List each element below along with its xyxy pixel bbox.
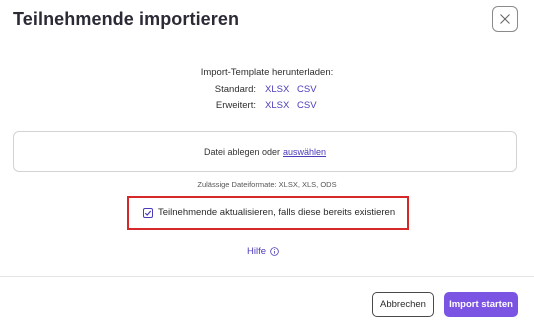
- help-label: Hilfe: [247, 246, 267, 257]
- info-icon: [270, 247, 279, 256]
- dialog-title: Teilnehmende importieren: [13, 9, 240, 29]
- file-dropzone[interactable]: Datei ablegen oder auswählen: [13, 131, 517, 172]
- allowed-formats-text: Zulässige Dateiformate: XLSX, XLS, ODS: [197, 180, 337, 189]
- template-row-standard: Standard: XLSX CSV: [0, 84, 534, 98]
- help-link[interactable]: Hilfe: [247, 246, 279, 257]
- download-standard-csv-link[interactable]: CSV: [297, 84, 317, 95]
- update-existing-checkbox[interactable]: [143, 207, 153, 218]
- checkmark-icon: [144, 210, 152, 216]
- select-file-link[interactable]: auswählen: [283, 147, 326, 157]
- footer-divider: [0, 276, 534, 277]
- template-heading: Import-Template herunterladen:: [200, 67, 334, 78]
- template-row-label: Standard:: [214, 84, 256, 95]
- dropzone-text: Datei ablegen oder: [203, 146, 281, 157]
- download-extended-csv-link[interactable]: CSV: [297, 100, 317, 111]
- start-import-button[interactable]: Import starten: [444, 292, 518, 317]
- template-row-label: Erweitert:: [215, 100, 256, 111]
- template-row-extended: Erweitert: XLSX CSV: [0, 100, 534, 114]
- cancel-button[interactable]: Abbrechen: [372, 292, 434, 317]
- download-standard-xlsx-link[interactable]: XLSX: [265, 84, 289, 95]
- dialog-header: Teilnehmende importieren: [0, 0, 534, 40]
- update-existing-label: Teilnehmende aktualisieren, falls diese …: [158, 207, 396, 218]
- close-button[interactable]: [492, 6, 518, 32]
- download-extended-xlsx-link[interactable]: XLSX: [265, 100, 289, 111]
- update-existing-checkbox-row[interactable]: Teilnehmende aktualisieren, falls diese …: [143, 207, 395, 218]
- close-icon: [500, 14, 510, 24]
